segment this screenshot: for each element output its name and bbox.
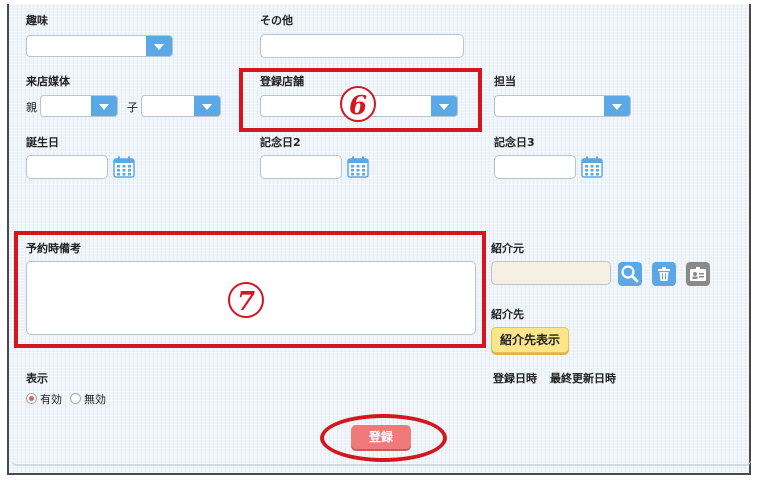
- display-label: 表示: [26, 372, 48, 385]
- referrer-label: 紹介元: [491, 242, 524, 255]
- disabled-radio-label[interactable]: 無効: [84, 391, 106, 407]
- referred-label: 紹介先: [491, 308, 524, 321]
- anniversary3-label: 記念日3: [494, 136, 535, 149]
- enabled-radio[interactable]: [26, 393, 37, 404]
- birthday-label: 誕生日: [26, 136, 59, 149]
- annotation-ellipse-register: [320, 414, 447, 462]
- visit-media-label: 来店媒体: [26, 75, 70, 88]
- hobby-select[interactable]: [26, 35, 173, 57]
- chevron-down-icon: [146, 36, 172, 56]
- enabled-radio-label[interactable]: 有効: [40, 391, 62, 407]
- calendar-icon[interactable]: [581, 156, 603, 178]
- trash-icon[interactable]: [652, 262, 676, 286]
- anniversary2-label: 記念日2: [260, 136, 301, 149]
- form-frame: 趣味 その他 来店媒体 親 子 登録店舗 担当 誕生日 記念日2 記念日3 予約…: [7, 4, 751, 475]
- other-label: その他: [260, 14, 293, 27]
- birthday-input[interactable]: [26, 155, 108, 179]
- annotation-marker-six: 6: [340, 86, 376, 122]
- search-icon[interactable]: [618, 262, 642, 286]
- calendar-icon[interactable]: [347, 156, 369, 178]
- other-input[interactable]: [260, 34, 464, 58]
- id-card-icon[interactable]: [686, 262, 710, 286]
- calendar-icon[interactable]: [113, 156, 135, 178]
- visit-media-child-select[interactable]: [141, 95, 221, 117]
- referrer-input[interactable]: [491, 261, 611, 285]
- staff-select[interactable]: [494, 95, 631, 117]
- anniversary3-input[interactable]: [494, 155, 576, 179]
- staff-label: 担当: [494, 75, 516, 88]
- annotation-marker-seven: 7: [228, 282, 264, 318]
- registered-date-label: 登録日時: [493, 372, 537, 385]
- chevron-down-icon: [604, 96, 630, 116]
- hobby-label: 趣味: [26, 14, 48, 27]
- child-label: 子: [127, 101, 138, 114]
- chevron-down-icon: [194, 96, 220, 116]
- chevron-down-icon: [91, 96, 117, 116]
- parent-label: 親: [26, 101, 37, 114]
- last-updated-label: 最終更新日時: [550, 372, 616, 385]
- anniversary2-input[interactable]: [260, 155, 342, 179]
- visit-media-parent-select[interactable]: [40, 95, 118, 117]
- disabled-radio[interactable]: [70, 393, 81, 404]
- show-referred-button[interactable]: 紹介先表示: [491, 327, 569, 353]
